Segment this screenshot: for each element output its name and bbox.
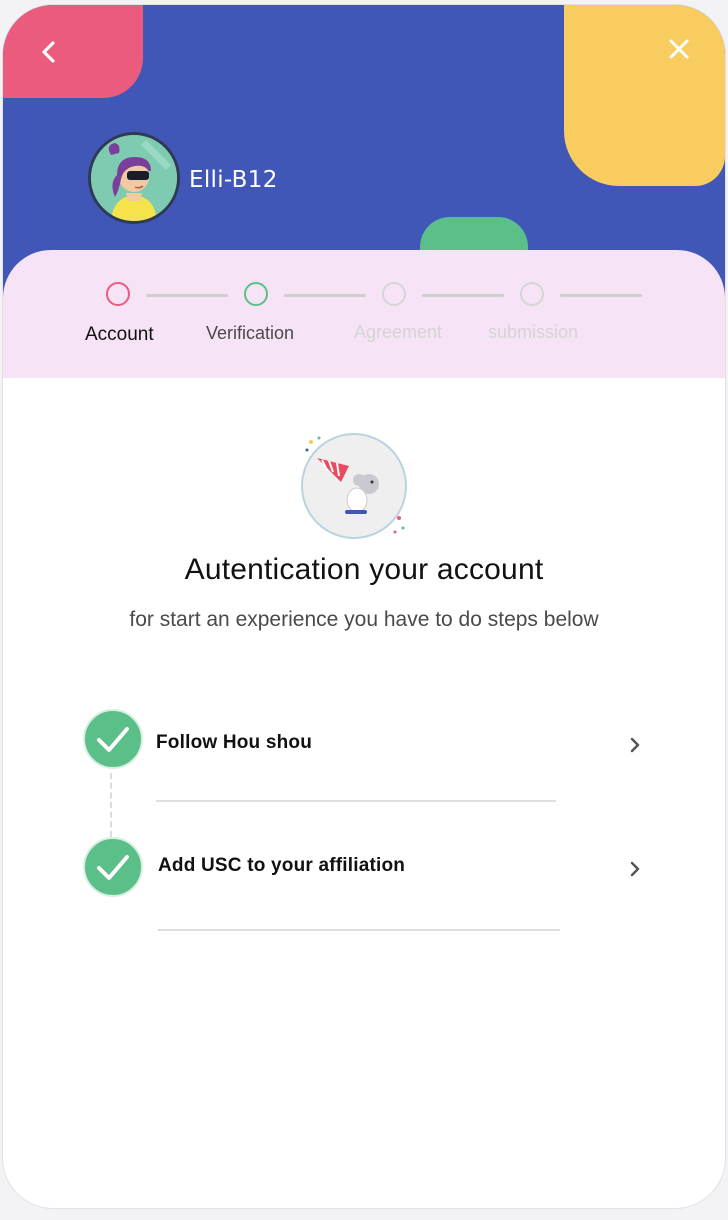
avatar-illustration	[91, 135, 177, 221]
page-subtitle: for start an experience you have to do s…	[129, 608, 599, 631]
chevron-left-icon	[42, 41, 55, 63]
task-divider	[158, 929, 560, 931]
back-button[interactable]	[31, 33, 71, 73]
check-icon	[97, 727, 129, 752]
step-indicator-submission	[520, 282, 544, 306]
step-indicator-agreement	[382, 282, 406, 306]
username: Elli-B12	[189, 167, 278, 193]
step-connector	[146, 294, 228, 297]
check-icon	[97, 855, 129, 880]
decorative-yellow-shape	[564, 5, 725, 186]
close-button[interactable]	[659, 29, 699, 69]
task-row-follow[interactable]: Follow Hou shou	[83, 705, 653, 775]
close-icon	[669, 39, 689, 59]
step-connector	[560, 294, 642, 297]
task-divider	[156, 800, 556, 802]
step-connector	[422, 294, 504, 297]
task-label: Follow Hou shou	[156, 732, 313, 753]
page-title: Autentication your account	[184, 553, 544, 586]
step-label-agreement: Agreement	[354, 322, 443, 342]
chevron-right-icon[interactable]	[625, 859, 645, 879]
step-indicator-verification	[244, 282, 268, 306]
task-label: Add USC to your affiliation	[158, 855, 406, 876]
progress-stepper: Account Verification Agreement submissio…	[3, 250, 725, 378]
task-connector	[110, 773, 112, 837]
task-row-affiliation[interactable]: Add USC to your affiliation	[83, 833, 653, 903]
step-label-submission: submission	[488, 322, 579, 342]
celebration-illustration	[297, 430, 409, 542]
chevron-right-icon[interactable]	[625, 735, 645, 755]
decorative-pink-shape	[3, 5, 143, 98]
step-label-verification[interactable]: Verification	[206, 323, 294, 344]
task-check-circle	[83, 837, 143, 897]
step-connector	[284, 294, 366, 297]
app-frame: Elli-B12 Account Verification Agreement …	[3, 5, 725, 1208]
avatar[interactable]	[88, 132, 180, 224]
step-label-account[interactable]: Account	[85, 324, 154, 346]
step-indicator-account	[106, 282, 130, 306]
task-check-circle	[83, 709, 143, 769]
